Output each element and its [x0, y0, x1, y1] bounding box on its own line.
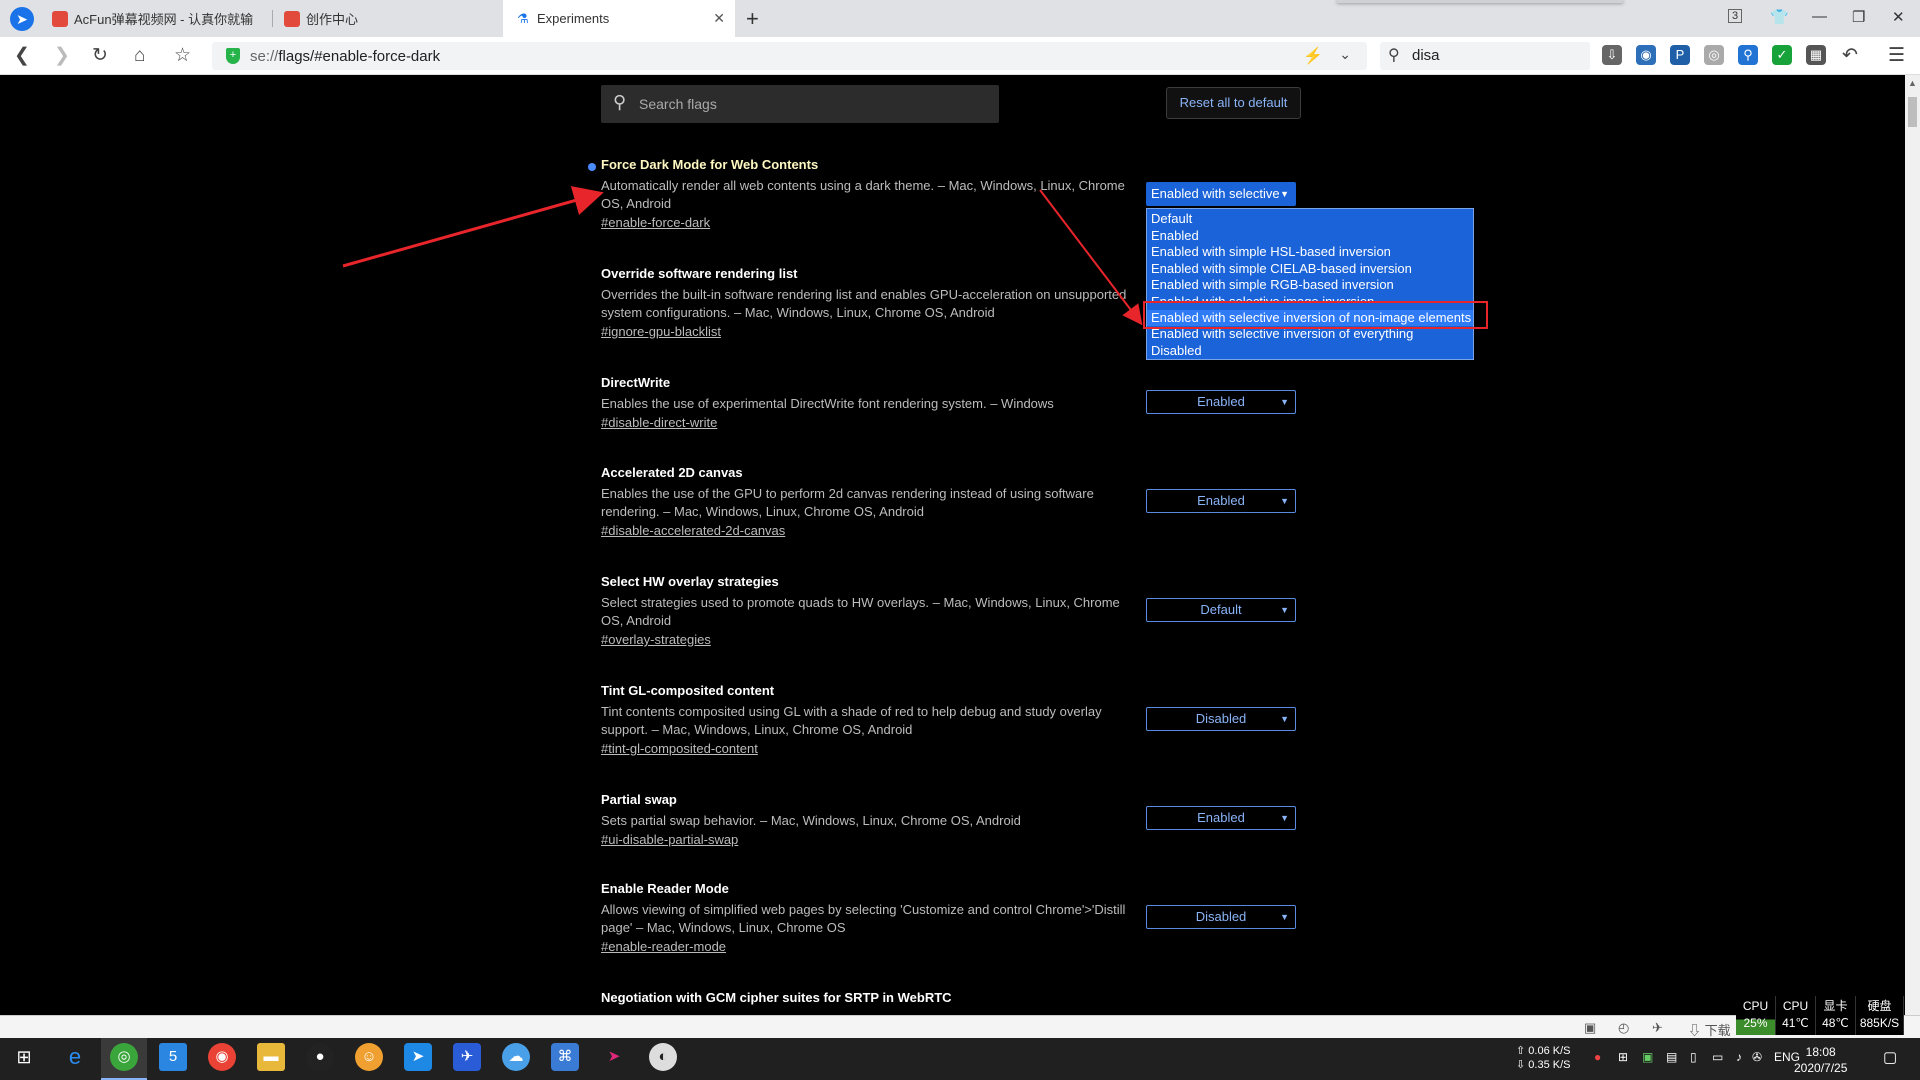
shirt-icon[interactable]: 👕 — [1770, 8, 1789, 26]
new-tab-button[interactable]: + — [746, 6, 759, 32]
tab-label: Experiments — [537, 11, 610, 26]
tab-strip: ➤ AcFun弹幕视频网 - 认真你就输 创作中心 ⚗ Experiments … — [0, 0, 1920, 37]
qq-tray-icon[interactable]: ● — [1594, 1050, 1601, 1064]
emoji-app-icon[interactable]: ☺ — [355, 1043, 383, 1071]
address-bar[interactable]: + se://flags/#enable-force-dark ⚡ ⌄ — [212, 42, 1367, 70]
address-text[interactable]: se://flags/#enable-force-dark — [250, 48, 440, 65]
download-icon[interactable]: ⇩ — [1602, 45, 1622, 65]
volume-icon[interactable]: ♪ — [1736, 1050, 1742, 1064]
edge-icon[interactable]: e — [61, 1043, 89, 1071]
tab-label: 创作中心 — [306, 12, 359, 27]
minimize-button[interactable]: — — [1812, 8, 1827, 25]
flags-page: ⚲ Search flags Reset all to default Forc… — [0, 75, 1905, 1015]
tab-creation-center[interactable]: 创作中心 — [272, 0, 502, 37]
undo-icon[interactable]: ↶ — [1842, 46, 1858, 66]
tab-acfun[interactable]: AcFun弹幕视频网 - 认真你就输 — [40, 0, 270, 37]
network-tray-icon[interactable]: ▭ — [1712, 1050, 1723, 1064]
browser-logo-icon[interactable]: ➤ — [10, 7, 34, 31]
cpu-temp: CPU 41℃ — [1776, 996, 1816, 1035]
annotation-arrows — [342, 186, 1143, 326]
toolbar: ❮ ❯ ↻ ⌂ ☆ + se://flags/#enable-force-dar… — [0, 37, 1920, 75]
nvidia-tray-icon[interactable]: ▣ — [1642, 1050, 1653, 1064]
scrollbar-thumb[interactable] — [1908, 97, 1917, 127]
search-icon: ⚲ — [1388, 47, 1400, 64]
pointer-app-icon[interactable]: ➤ — [600, 1043, 628, 1071]
flask-icon: ⚗ — [515, 10, 531, 27]
bird-app-icon[interactable]: ✈ — [453, 1043, 481, 1071]
chevron-down-icon[interactable]: ⌄ — [1339, 46, 1351, 63]
send-app-icon[interactable]: ➤ — [404, 1043, 432, 1071]
close-tab-icon[interactable]: ✕ — [713, 10, 725, 27]
tab-experiments[interactable]: ⚗ Experiments ✕ — [503, 0, 735, 37]
app-5-icon[interactable]: 5 — [159, 1043, 187, 1071]
tray-app-icon[interactable]: ⊞ — [1618, 1050, 1628, 1064]
menu-icon[interactable]: ☰ — [1888, 46, 1905, 66]
chrome-icon[interactable]: ◉ — [208, 1043, 236, 1071]
browser-360-icon[interactable]: ◎ — [110, 1043, 138, 1071]
disk-io: 硬盘 885K/S — [1856, 996, 1904, 1035]
scroll-up-arrow-icon[interactable]: ▲ — [1908, 78, 1917, 88]
system-clock[interactable]: 18:08 2020/7/25 — [1794, 1044, 1847, 1076]
page-scrollbar[interactable]: ▲ — [1905, 75, 1920, 1015]
cloud-app-icon[interactable]: ☁ — [502, 1043, 530, 1071]
status-bar: ▣ ◴ ✈ ⇩ 下载 — [0, 1015, 1920, 1038]
apps-grid-icon[interactable]: ▦ — [1806, 45, 1826, 65]
magnifier-extension-icon[interactable]: ⚲ — [1738, 45, 1758, 65]
back-button[interactable]: ❮ — [14, 46, 30, 66]
network-speed: ⇧ 0.06 K/S ⇩ 0.35 K/S — [1516, 1045, 1571, 1071]
security-tray-icon[interactable]: ▤ — [1666, 1050, 1677, 1064]
tab-counter[interactable]: 3 — [1728, 9, 1743, 23]
start-windows-icon[interactable]: ⊞ — [10, 1043, 38, 1071]
bookmark-star-icon[interactable]: ☆ — [174, 46, 191, 66]
image-icon[interactable]: ▣ — [1584, 1020, 1596, 1036]
system-monitor: CPU 25% CPU 41℃ 显卡 48℃ 硬盘 885K/S — [1736, 996, 1904, 1035]
file-explorer-icon[interactable]: ▬ — [257, 1043, 285, 1071]
owl-extension-icon[interactable]: ◉ — [1636, 45, 1656, 65]
qq-penguin-icon[interactable]: ● — [306, 1043, 334, 1071]
close-window-button[interactable]: ✕ — [1892, 8, 1905, 26]
security-shield-icon[interactable]: + — [226, 48, 240, 64]
eye-icon[interactable]: ◎ — [1704, 45, 1724, 65]
speed-mode-icon[interactable]: ⚡ — [1303, 46, 1323, 66]
wifi-off-icon[interactable]: ✇ — [1752, 1050, 1762, 1064]
history-icon[interactable]: ◴ — [1618, 1020, 1629, 1036]
search-value: disa — [1412, 47, 1440, 64]
tab-label: AcFun弹幕视频网 - 认真你就输 — [74, 12, 254, 27]
forward-button[interactable]: ❯ — [54, 46, 70, 66]
window-drag-handle[interactable] — [1336, 0, 1624, 3]
rocket-icon[interactable]: ✈ — [1652, 1020, 1663, 1036]
media-app-icon[interactable]: ◐ — [649, 1043, 677, 1071]
home-button[interactable]: ⌂ — [134, 46, 145, 66]
arrow-to-selected-option — [1039, 189, 1143, 326]
reload-button[interactable]: ↻ — [92, 46, 108, 66]
arrow-to-flag-title — [342, 186, 604, 268]
taskbar: ⊞ e ◎ 5 ◉ ▬ ● ☺ ➤ ✈ ☁ ⌘ ➤ ◐ ⇧ 0.06 K/S ⇩… — [0, 1038, 1920, 1080]
restore-button[interactable]: ❐ — [1852, 8, 1865, 26]
usb-tray-icon[interactable]: ▯ — [1690, 1050, 1697, 1064]
creation-favicon-icon — [284, 10, 300, 27]
p-extension-icon[interactable]: P — [1670, 45, 1690, 65]
search-input[interactable]: ⚲ disa — [1380, 42, 1590, 70]
python-app-icon[interactable]: ⌘ — [551, 1043, 579, 1071]
cpu-usage: CPU 25% — [1736, 996, 1776, 1035]
shield-extension-icon[interactable]: ✓ — [1772, 45, 1792, 65]
acfun-favicon-icon — [52, 10, 68, 27]
notification-center-icon[interactable]: ▢ — [1883, 1048, 1897, 1066]
download-status[interactable]: ⇩ 下载 — [1688, 1020, 1731, 1039]
gpu-temp: 显卡 48℃ — [1816, 996, 1856, 1035]
